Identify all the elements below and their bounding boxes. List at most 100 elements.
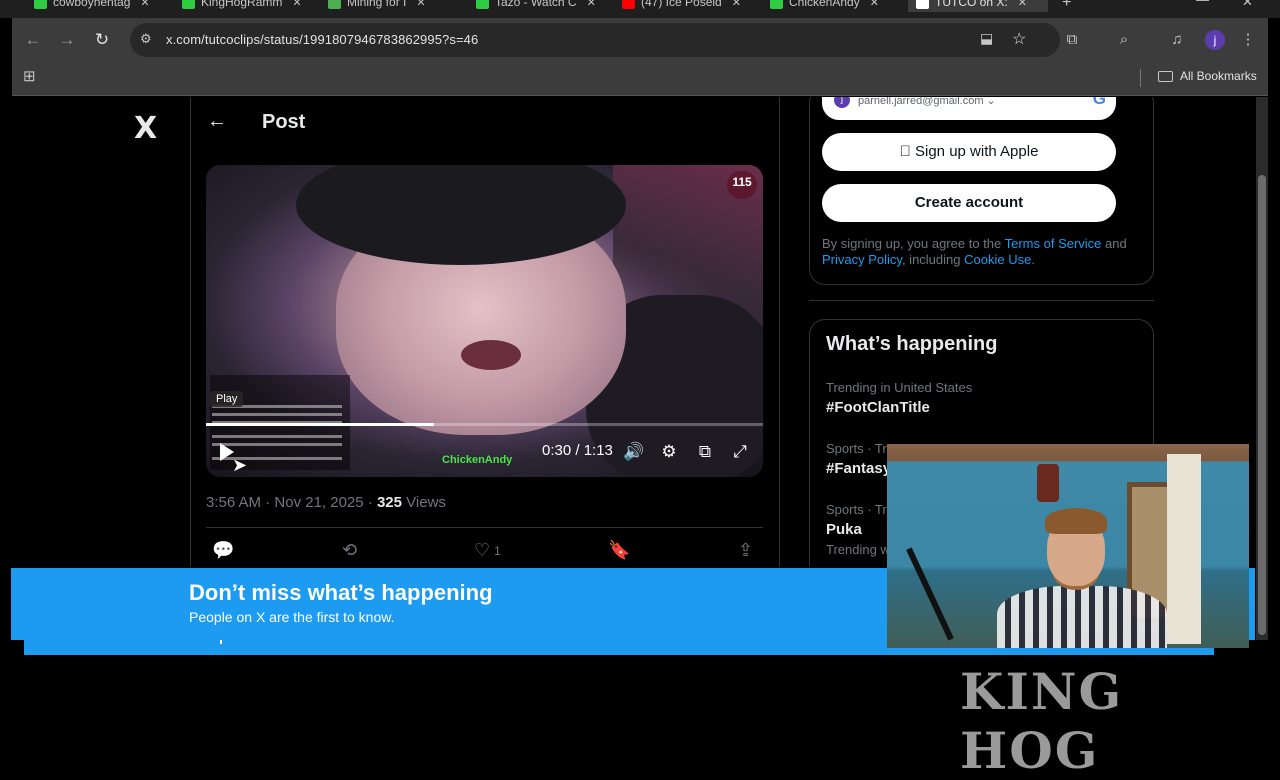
url-text[interactable]: x.com/tutcoclips/status/1991807946783862… — [166, 32, 478, 47]
menu-kebab-icon[interactable]: ⋮ — [1238, 30, 1258, 50]
fullscreen-icon[interactable]: ⤢ — [730, 442, 750, 462]
extensions-icon[interactable]: ⧉ — [1062, 30, 1082, 50]
page-scrollbar[interactable] — [1256, 97, 1268, 640]
video-time: 0:30 / 1:13 — [542, 442, 613, 459]
tab-title: Tazo - Watch C — [495, 0, 577, 9]
tab-6[interactable]: ChickenAndy ✕ — [762, 0, 879, 12]
apps-grid-icon[interactable]: ⊞ — [23, 69, 39, 85]
x-logo-icon[interactable]: X — [134, 111, 157, 146]
scrollbar-thumb[interactable] — [1258, 175, 1266, 635]
new-tab-icon[interactable]: + — [1062, 0, 1071, 12]
close-icon[interactable]: ✕ — [1018, 0, 1027, 9]
heart-icon: ♡ — [474, 540, 491, 560]
create-account-button[interactable]: Create account — [822, 184, 1116, 222]
column-divider — [779, 97, 780, 567]
tab-7-active[interactable]: TUTCO on X: ✕ — [908, 0, 1048, 12]
reply-button[interactable]: 💬 — [212, 540, 234, 561]
terms-text: By signing up, you agree to the Terms of… — [822, 236, 1127, 267]
tab-5[interactable]: (47) Ice Poseid ✕ — [614, 0, 741, 12]
video-frame-mouth — [461, 340, 521, 370]
webcam-person-shirt — [997, 586, 1167, 648]
tab-strip: cowboyhentag ✕ KingHogRamm ✕ Mining for I ✕… — [0, 0, 1280, 18]
like-count: 1 — [494, 543, 501, 558]
close-icon[interactable]: ✕ — [870, 0, 879, 9]
repost-icon: ⟲ — [342, 540, 358, 560]
repost-button[interactable]: ⟲ — [342, 540, 357, 561]
favicon-icon — [770, 0, 783, 9]
terms-link[interactable]: Terms of Service — [1005, 236, 1102, 251]
bookmark-star-icon[interactable]: ☆ — [1012, 29, 1026, 49]
tab-1[interactable]: cowboyhentag ✕ — [26, 0, 150, 12]
install-app-icon[interactable]: ⬓ — [980, 30, 993, 47]
tab-title: ChickenAndy — [789, 0, 860, 9]
close-icon[interactable]: ✕ — [292, 0, 301, 9]
reply-icon: 💬 — [212, 540, 235, 560]
bookmark-button[interactable]: 🔖 — [608, 540, 630, 561]
bookmarks-bar: ⊞ All Bookmarks — [12, 62, 1268, 96]
column-divider — [190, 97, 191, 567]
share-button[interactable]: ⇪ — [738, 540, 753, 561]
webcam-wall-decor — [1037, 464, 1059, 502]
trend-item[interactable]: Puka — [826, 521, 862, 538]
post-date[interactable]: Nov 21, 2025 — [274, 494, 363, 511]
reload-icon[interactable]: ↻ — [92, 30, 112, 50]
profile-avatar[interactable]: j — [1205, 30, 1225, 50]
tab-title: KingHogRamm — [201, 0, 283, 9]
close-icon[interactable]: ✕ — [732, 0, 741, 9]
forward-icon[interactable]: → — [57, 30, 77, 50]
video-player[interactable]: 115 ChickenAndy Play 0:30 / 1:13 🔊 ⚙ ⧉ ⤢ — [206, 165, 763, 477]
post-meta: 3:56 AM · Nov 21, 2025 · 325 Views — [206, 494, 446, 511]
cookie-link[interactable]: Cookie Use — [964, 252, 1031, 267]
back-icon[interactable]: ← — [23, 30, 43, 50]
all-bookmarks-button[interactable]: All Bookmarks — [1158, 69, 1257, 83]
video-viewer-badge: 115 — [727, 171, 757, 199]
media-control-icon[interactable]: ♫ — [1167, 30, 1187, 50]
signup-apple-button[interactable]:  Sign up with Apple — [822, 133, 1116, 171]
post-time[interactable]: 3:56 AM — [206, 494, 261, 511]
like-button[interactable]: ♡ 1 — [474, 540, 501, 561]
apple-button-label: Sign up with Apple — [907, 143, 1038, 160]
tab-4[interactable]: Tazo - Watch C ✕ — [468, 0, 596, 12]
google-signin-button[interactable]: j parnell.jarred@gmail.com ⌄ G — [822, 97, 1116, 120]
king-hog-logo: KING HOG — [960, 662, 1124, 780]
banner-title: Don’t miss what’s happening — [189, 580, 493, 605]
close-icon[interactable]: ✕ — [587, 0, 596, 9]
folder-icon — [1158, 70, 1173, 82]
favicon-icon — [182, 0, 195, 9]
favicon-icon — [916, 0, 929, 9]
views-count: 325 — [376, 494, 402, 511]
banner-subtitle: People on X are the first to know. — [189, 609, 395, 625]
tab-2[interactable]: KingHogRamm ✕ — [174, 0, 302, 12]
webcam-person-hair — [1045, 508, 1107, 534]
tab-search-icon[interactable]: ⌕ — [1114, 30, 1134, 50]
address-bar[interactable]: ⚙ x.com/tutcoclips/status/19918079467838… — [130, 23, 1060, 57]
tab-title: Mining for I — [347, 0, 407, 9]
meta-divider — [206, 527, 763, 528]
banner-dot — [220, 640, 222, 644]
close-icon[interactable]: ✕ — [416, 0, 425, 9]
browser-toolbar: ← → ↻ ⚙ x.com/tutcoclips/status/19918079… — [12, 18, 1268, 62]
window-close-icon[interactable]: ✕ — [1242, 0, 1253, 10]
trend-context: Trending in United States — [826, 380, 973, 395]
picture-in-picture-icon[interactable]: ⧉ — [695, 442, 715, 462]
all-bookmarks-label: All Bookmarks — [1180, 69, 1257, 83]
trend-item[interactable]: #Fantasy — [826, 460, 891, 477]
back-arrow-icon[interactable]: ← — [207, 110, 227, 133]
volume-icon[interactable]: 🔊 — [623, 442, 644, 462]
favicon-icon — [328, 0, 341, 9]
video-progress-bar[interactable] — [206, 423, 763, 426]
close-icon[interactable]: ✕ — [140, 0, 149, 9]
play-tooltip: Play — [210, 391, 244, 407]
privacy-link[interactable]: Privacy Policy — [822, 252, 902, 267]
minimize-icon[interactable]: — — [1196, 0, 1209, 7]
tab-3[interactable]: Mining for I ✕ — [320, 0, 426, 12]
settings-gear-icon[interactable]: ⚙ — [659, 442, 679, 462]
favicon-icon — [34, 0, 47, 9]
webcam-door — [1167, 454, 1201, 644]
site-info-icon[interactable]: ⚙ — [140, 31, 152, 47]
video-progress-fill — [206, 423, 435, 426]
google-logo-icon: G — [1092, 97, 1106, 108]
trend-item[interactable]: #FootClanTitle — [826, 399, 930, 416]
trend-context: Trending w — [826, 542, 890, 557]
video-watermark: ChickenAndy — [442, 454, 513, 466]
